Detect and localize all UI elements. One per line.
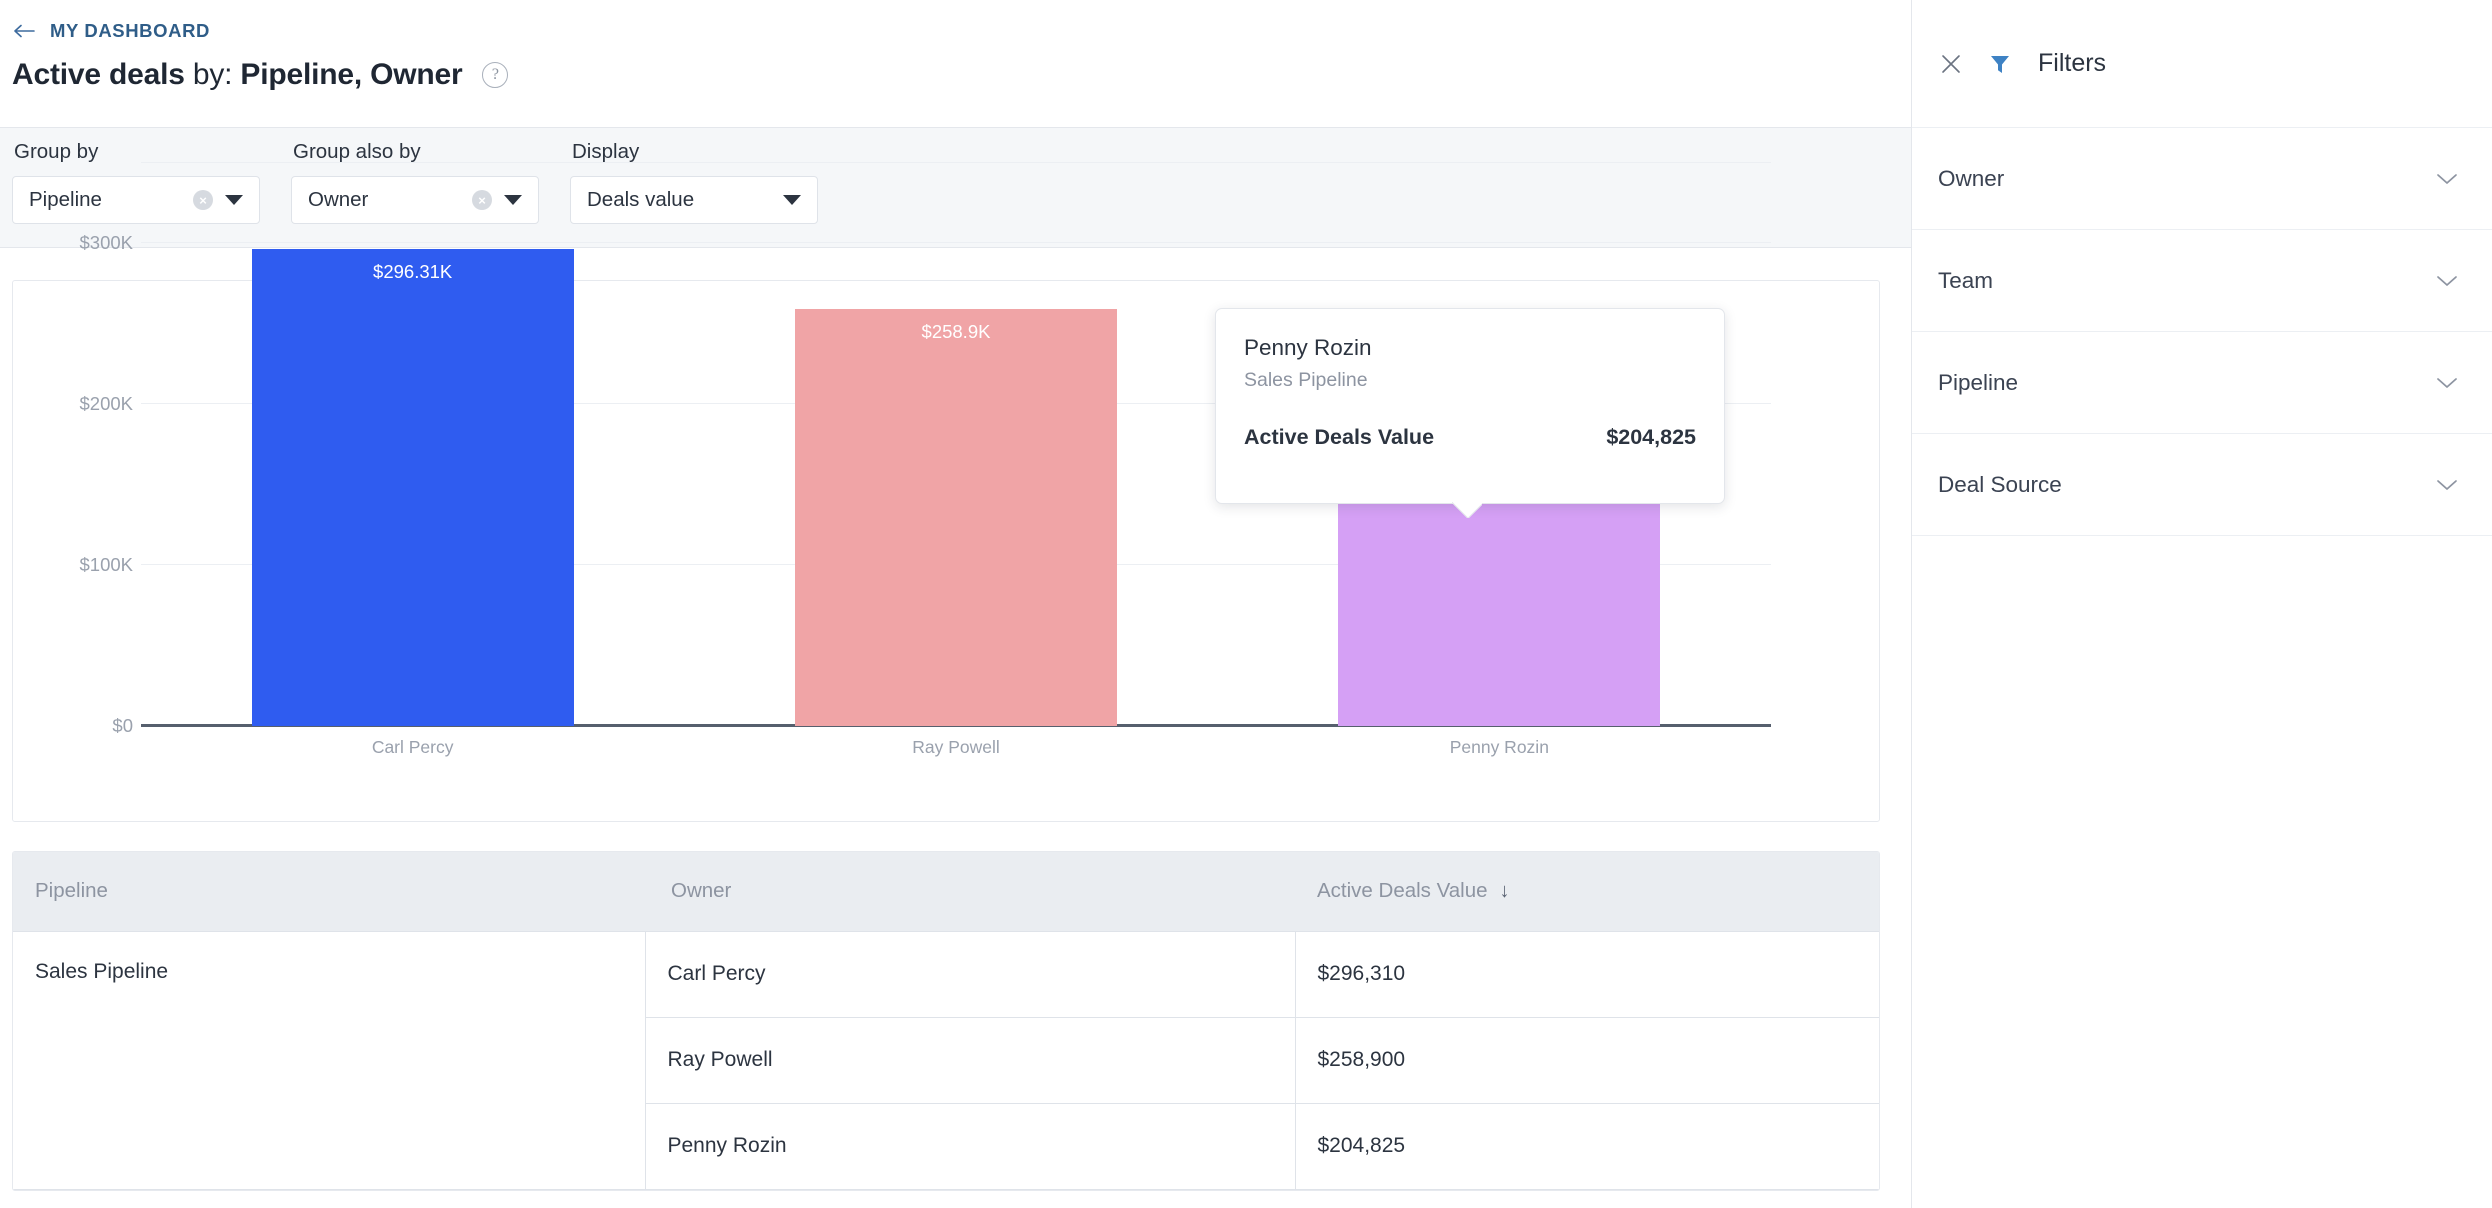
x-axis-tick-label: Ray Powell [912, 737, 1000, 757]
tooltip-metric-label: Active Deals Value [1244, 425, 1435, 449]
display-value: Deals value [587, 188, 695, 211]
table-header-row: Pipeline Owner Active Deals Value ↓ [13, 852, 1879, 932]
filters-header: Filters [1912, 0, 2492, 128]
chart-bar-value-label: $258.9K [921, 321, 991, 343]
filter-item-owner[interactable]: Owner [1912, 128, 2492, 230]
page-title-metric: Active deals [12, 58, 185, 91]
controls-bar: Group by Pipeline × Group also by Owner … [0, 128, 1911, 248]
filter-item-label: Pipeline [1938, 369, 2019, 395]
x-axis-tick-label: Penny Rozin [1449, 737, 1549, 757]
x-axis-tick-label: Carl Percy [371, 737, 454, 757]
group-by-control: Group by Pipeline × [12, 140, 260, 224]
data-table: Pipeline Owner Active Deals Value ↓ Sales… [12, 851, 1880, 1191]
column-header-owner[interactable]: Owner [645, 852, 1295, 932]
page-title-dimensions: Pipeline, Owner [240, 58, 463, 91]
chart-bar[interactable]: $296.31K [251, 248, 574, 726]
close-icon[interactable] [1938, 51, 1964, 77]
display-select[interactable]: Deals value [570, 176, 818, 224]
table-cell-active-deals-value: $258,900 [1295, 1017, 1879, 1104]
clear-icon[interactable]: × [193, 190, 213, 210]
y-axis-tick-label: $0 [112, 715, 133, 736]
filters-title: Filters [2038, 49, 2107, 77]
tooltip-metric-value: $204,825 [1606, 425, 1696, 449]
chevron-down-icon[interactable] [2436, 274, 2458, 288]
chart-bar-value-label: $296.31K [373, 260, 453, 282]
chevron-down-icon[interactable] [504, 195, 522, 205]
column-header-active-deals-value[interactable]: Active Deals Value ↓ [1295, 852, 1879, 932]
y-axis-tick-label: $100K [79, 554, 134, 575]
y-axis-tick-label: $200K [79, 393, 134, 414]
table-cell-owner: Penny Rozin [645, 1103, 1296, 1190]
page-title: Active deals by: Pipeline, Owner [12, 58, 463, 92]
table-row[interactable]: Sales Pipeline Carl Percy $296,310 [13, 931, 1879, 1190]
sort-descending-icon[interactable]: ↓ [1500, 880, 1510, 902]
tooltip-metric-row: Active Deals Value $204,825 [1244, 425, 1696, 450]
filters-list: Owner Team Pipeline Deal Source [1912, 128, 2492, 536]
chart-gridline [141, 242, 1771, 243]
chart-gridline [141, 161, 1771, 163]
filters-panel: Filters Owner Team Pipeline Deal Source [1911, 0, 2492, 1208]
arrow-left-icon[interactable] [12, 20, 38, 42]
table-cell-active-deals-value: $296,310 [1295, 931, 1879, 1018]
group-also-by-value: Owner [308, 188, 369, 211]
group-also-by-control: Group also by Owner × [291, 140, 539, 224]
page-header: MY DASHBOARD Active deals by: Pipeline, … [0, 0, 1911, 128]
dashboard-report-page: MY DASHBOARD Active deals by: Pipeline, … [0, 0, 2492, 1208]
table-cell-active-deals-value: $204,825 [1295, 1103, 1879, 1190]
filter-item-label: Team [1938, 267, 1994, 293]
chart-tooltip: Penny Rozin Sales Pipeline Active Deals … [1215, 308, 1725, 504]
chevron-down-icon[interactable] [783, 195, 801, 205]
table-cell-owner: Ray Powell [645, 1017, 1296, 1104]
page-title-row: Active deals by: Pipeline, Owner ? [12, 58, 1911, 92]
group-by-value: Pipeline [29, 188, 102, 211]
group-by-label: Group by [14, 140, 99, 163]
table-body: Sales Pipeline Carl Percy $296,310 Ray Powe… [13, 931, 1879, 1190]
table-cell-pipeline: Sales Pipeline [13, 931, 646, 1190]
column-header-label: Active Deals Value [1317, 879, 1488, 903]
main-content: MY DASHBOARD Active deals by: Pipeline, … [0, 0, 1911, 1208]
clear-icon[interactable]: × [472, 190, 492, 210]
group-by-select[interactable]: Pipeline × [12, 176, 260, 224]
chevron-down-icon[interactable] [2436, 172, 2458, 186]
table-cell-owner: Carl Percy [645, 931, 1296, 1018]
funnel-icon [1988, 51, 2014, 77]
chevron-down-icon[interactable] [225, 195, 243, 205]
column-header-pipeline[interactable]: Pipeline [13, 852, 645, 932]
chevron-down-icon[interactable] [2436, 376, 2458, 390]
filter-item-deal-source[interactable]: Deal Source [1912, 434, 2492, 536]
display-control: Display Deals value [570, 140, 818, 224]
filter-item-pipeline[interactable]: Pipeline [1912, 332, 2492, 434]
page-title-connector: by: [184, 58, 241, 91]
tooltip-arrow [1452, 502, 1482, 518]
tooltip-title: Penny Rozin [1244, 335, 1372, 360]
y-axis-tick-label: $300K [79, 232, 134, 253]
group-also-by-label: Group also by [293, 140, 421, 163]
breadcrumb[interactable]: MY DASHBOARD [12, 18, 1911, 44]
group-also-by-select[interactable]: Owner × [291, 176, 539, 224]
filter-item-label: Owner [1938, 165, 2005, 191]
chart-bar[interactable]: $258.9K [795, 309, 1117, 726]
help-icon[interactable]: ? [482, 62, 509, 88]
tooltip-subtitle: Sales Pipeline [1244, 369, 1368, 391]
filter-item-label: Deal Source [1938, 471, 2062, 497]
display-label: Display [572, 140, 640, 163]
breadcrumb-label[interactable]: MY DASHBOARD [50, 20, 210, 42]
filter-item-team[interactable]: Team [1912, 230, 2492, 332]
chevron-down-icon[interactable] [2436, 478, 2458, 492]
